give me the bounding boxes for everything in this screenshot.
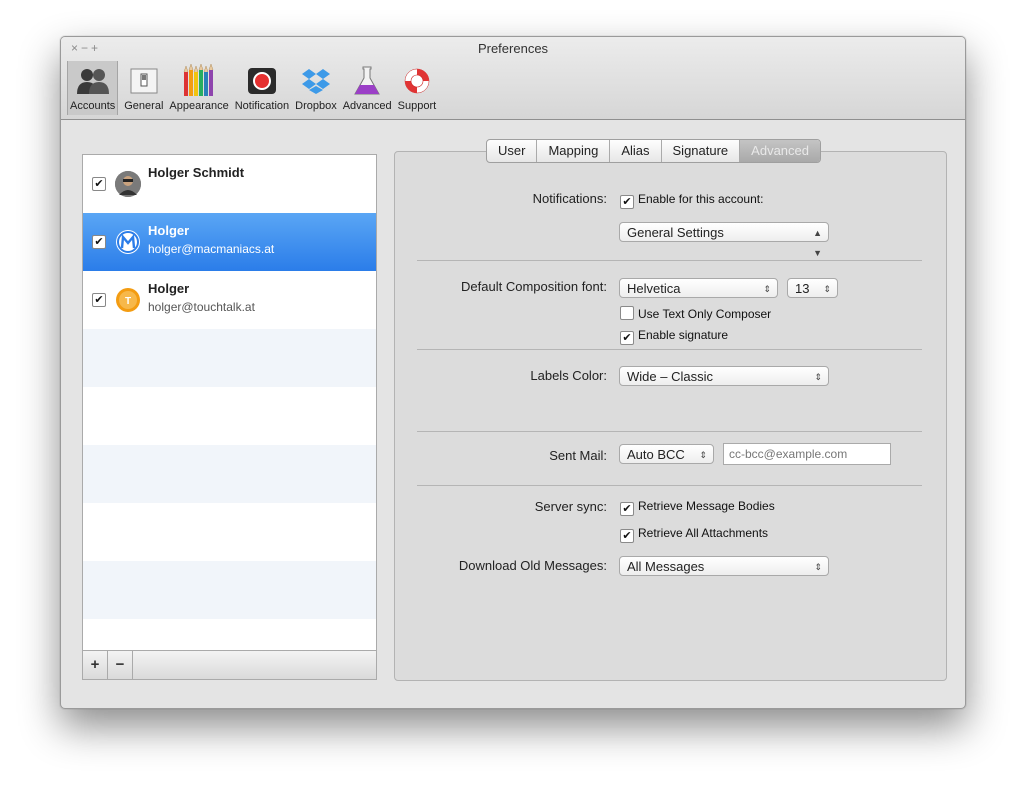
tab-advanced[interactable]: Advanced xyxy=(740,140,820,162)
labels-color-popup[interactable]: Wide – Classic ⇕ xyxy=(619,366,829,386)
retrieve-bodies-checkbox[interactable]: ✔ Retrieve Message Bodies xyxy=(620,499,775,516)
lifebuoy-icon xyxy=(399,63,435,99)
toolbar-label: Advanced xyxy=(342,100,392,112)
touchtalk-avatar-icon: T xyxy=(115,287,141,313)
flask-icon xyxy=(349,63,385,99)
macmaniacs-avatar-icon xyxy=(115,229,141,255)
list-empty-row xyxy=(83,561,376,619)
bcc-address-field[interactable]: cc-bcc@example.com xyxy=(723,443,891,465)
popup-value: Auto BCC xyxy=(627,447,685,462)
checkbox-box[interactable]: ✔ xyxy=(620,195,634,209)
enable-signature-checkbox[interactable]: ✔ Enable signature xyxy=(620,328,728,345)
separator xyxy=(417,349,922,350)
popup-value: All Messages xyxy=(627,559,705,574)
checkbox-label: Use Text Only Composer xyxy=(638,307,772,321)
dropbox-icon xyxy=(298,63,334,99)
popup-arrows-icon: ⇕ xyxy=(814,562,822,572)
popup-arrows-icon: ⇕ xyxy=(699,450,707,460)
record-icon xyxy=(244,63,280,99)
toolbar-dropbox[interactable]: Dropbox xyxy=(295,63,337,115)
toolbar-label: Accounts xyxy=(70,100,116,112)
tab-alias[interactable]: Alias xyxy=(610,140,662,162)
list-empty-row xyxy=(83,445,376,503)
text-only-composer-checkbox[interactable]: Use Text Only Composer xyxy=(620,306,771,321)
popup-arrows-icon: ⇕ xyxy=(814,372,822,382)
add-account-button[interactable]: + xyxy=(83,651,108,679)
checkbox-label: Retrieve Message Bodies xyxy=(638,499,775,513)
title-bar: ×−+ Preferences Accounts General Appeara… xyxy=(61,37,965,120)
remove-account-button[interactable]: − xyxy=(108,651,133,679)
list-button-bar: + − xyxy=(83,650,376,679)
checkbox-box[interactable]: ✔ xyxy=(620,529,634,543)
preferences-window: ×−+ Preferences Accounts General Appeara… xyxy=(60,36,966,709)
toolbar-accounts[interactable]: Accounts xyxy=(67,61,119,115)
checkbox-box[interactable] xyxy=(620,306,634,320)
toolbar-support[interactable]: Support xyxy=(397,63,437,115)
tab-signature[interactable]: Signature xyxy=(662,140,741,162)
notification-settings-popup[interactable]: General Settings ▲ ▼ xyxy=(619,222,829,258)
download-old-messages-label: Download Old Messages: xyxy=(458,558,607,573)
popup-value: Helvetica xyxy=(627,281,681,296)
account-name: Holger xyxy=(148,223,190,238)
composition-font-label: Default Composition font: xyxy=(461,279,607,294)
toolbar-label: Appearance xyxy=(169,100,229,112)
window-title: Preferences xyxy=(477,41,549,56)
list-empty-row xyxy=(83,503,376,561)
sent-mail-label: Sent Mail: xyxy=(549,448,607,463)
popup-value: 13 xyxy=(795,281,810,296)
list-empty-row xyxy=(83,387,376,445)
account-enabled-checkbox[interactable]: ✔ xyxy=(92,235,106,249)
popup-arrows-icon: ⇕ xyxy=(763,284,771,294)
notifications-label: Notifications: xyxy=(532,191,607,206)
toolbar-notification[interactable]: Notification xyxy=(235,63,289,115)
tab-user[interactable]: User xyxy=(487,140,538,162)
accounts-list[interactable]: ✔ Holger Schmidt ✔ Holger holger@macmani… xyxy=(82,154,377,680)
checkbox-label: Enable for this account: xyxy=(638,192,764,206)
toolbar-label: Support xyxy=(397,100,437,112)
toolbar-label: Dropbox xyxy=(295,100,337,112)
download-old-messages-popup[interactable]: All Messages ⇕ xyxy=(619,556,829,576)
checkbox-label: Retrieve All Attachments xyxy=(638,526,769,540)
tab-mapping[interactable]: Mapping xyxy=(537,140,611,162)
toolbar-advanced[interactable]: Advanced xyxy=(343,63,392,115)
popup-value: General Settings xyxy=(627,225,724,240)
toolbar-label: General xyxy=(124,100,164,112)
settings-tabs: User Mapping Alias Signature Advanced xyxy=(486,139,821,163)
account-enabled-checkbox[interactable]: ✔ xyxy=(92,177,106,191)
list-empty-row xyxy=(83,329,376,387)
checkbox-box[interactable]: ✔ xyxy=(620,502,634,516)
toolbar-appearance[interactable]: Appearance xyxy=(169,63,229,115)
separator xyxy=(417,431,922,432)
retrieve-attachments-checkbox[interactable]: ✔ Retrieve All Attachments xyxy=(620,526,768,543)
labels-color-label: Labels Color: xyxy=(530,368,607,383)
popup-value: Wide – Classic xyxy=(627,369,713,384)
server-sync-label: Server sync: xyxy=(534,499,607,514)
enable-account-checkbox[interactable]: ✔ Enable for this account: xyxy=(620,192,763,209)
account-row[interactable]: ✔ T Holger holger@touchtalk.at xyxy=(83,271,376,329)
account-row[interactable]: ✔ Holger Schmidt xyxy=(83,155,376,213)
separator xyxy=(417,485,922,486)
account-name: Holger Schmidt xyxy=(148,165,245,180)
account-name: Holger xyxy=(148,281,190,296)
font-size-popup[interactable]: 13 ⇕ xyxy=(787,278,838,298)
toolbar-label: Notification xyxy=(234,100,290,112)
account-enabled-checkbox[interactable]: ✔ xyxy=(92,293,106,307)
checkbox-box[interactable]: ✔ xyxy=(620,331,634,345)
sent-mail-popup[interactable]: Auto BCC ⇕ xyxy=(619,444,714,464)
toolbar-general[interactable]: General xyxy=(124,63,163,115)
accounts-icon xyxy=(75,63,111,99)
account-email: holger@touchtalk.at xyxy=(148,300,255,314)
pencils-icon xyxy=(181,63,217,99)
account-email: holger@macmaniacs.at xyxy=(148,242,275,256)
toolbar: Accounts General Appearance Notification… xyxy=(67,61,442,115)
avatar xyxy=(115,171,141,197)
font-family-popup[interactable]: Helvetica ⇕ xyxy=(619,278,778,298)
account-row[interactable]: ✔ Holger holger@macmaniacs.at xyxy=(83,213,376,271)
svg-text:T: T xyxy=(125,296,131,307)
popup-arrows-icon: ⇕ xyxy=(823,284,831,294)
general-switch-icon xyxy=(126,63,162,99)
popup-arrows-icon: ▲ ▼ xyxy=(813,228,822,258)
checkbox-label: Enable signature xyxy=(638,328,729,342)
separator xyxy=(417,260,922,261)
